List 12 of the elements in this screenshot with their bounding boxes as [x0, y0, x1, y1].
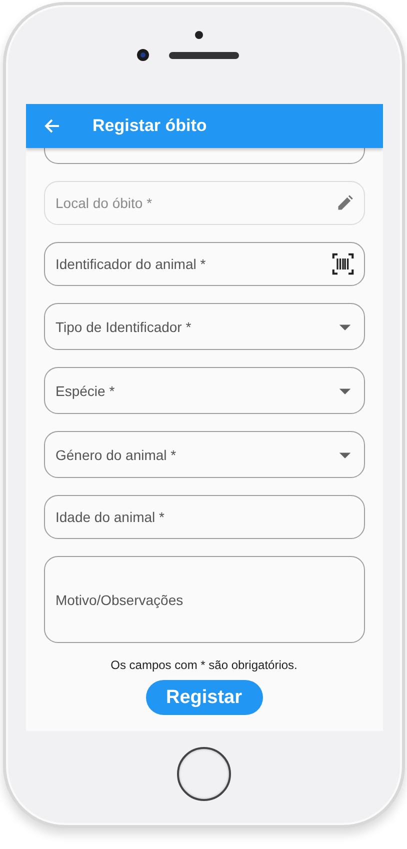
input-field[interactable]: Identificador do animal * — [44, 242, 364, 286]
back-icon[interactable] — [44, 118, 60, 134]
input-field[interactable] — [44, 148, 364, 164]
required-note: Os campos com * são obrigatórios. — [110, 658, 298, 672]
dropdown-field[interactable]: Tipo de Identificador * — [44, 303, 364, 350]
home-button[interactable] — [177, 747, 231, 801]
input-field[interactable]: Idade do animal * — [44, 495, 364, 539]
input-field[interactable]: Motivo/Observações — [44, 556, 364, 643]
screen-title: Registar óbito — [92, 116, 207, 136]
dropdown-field[interactable]: Espécie * — [44, 367, 364, 414]
barcode-icon[interactable] — [332, 253, 354, 275]
dropdown-field[interactable]: Género do animal * — [44, 431, 364, 478]
